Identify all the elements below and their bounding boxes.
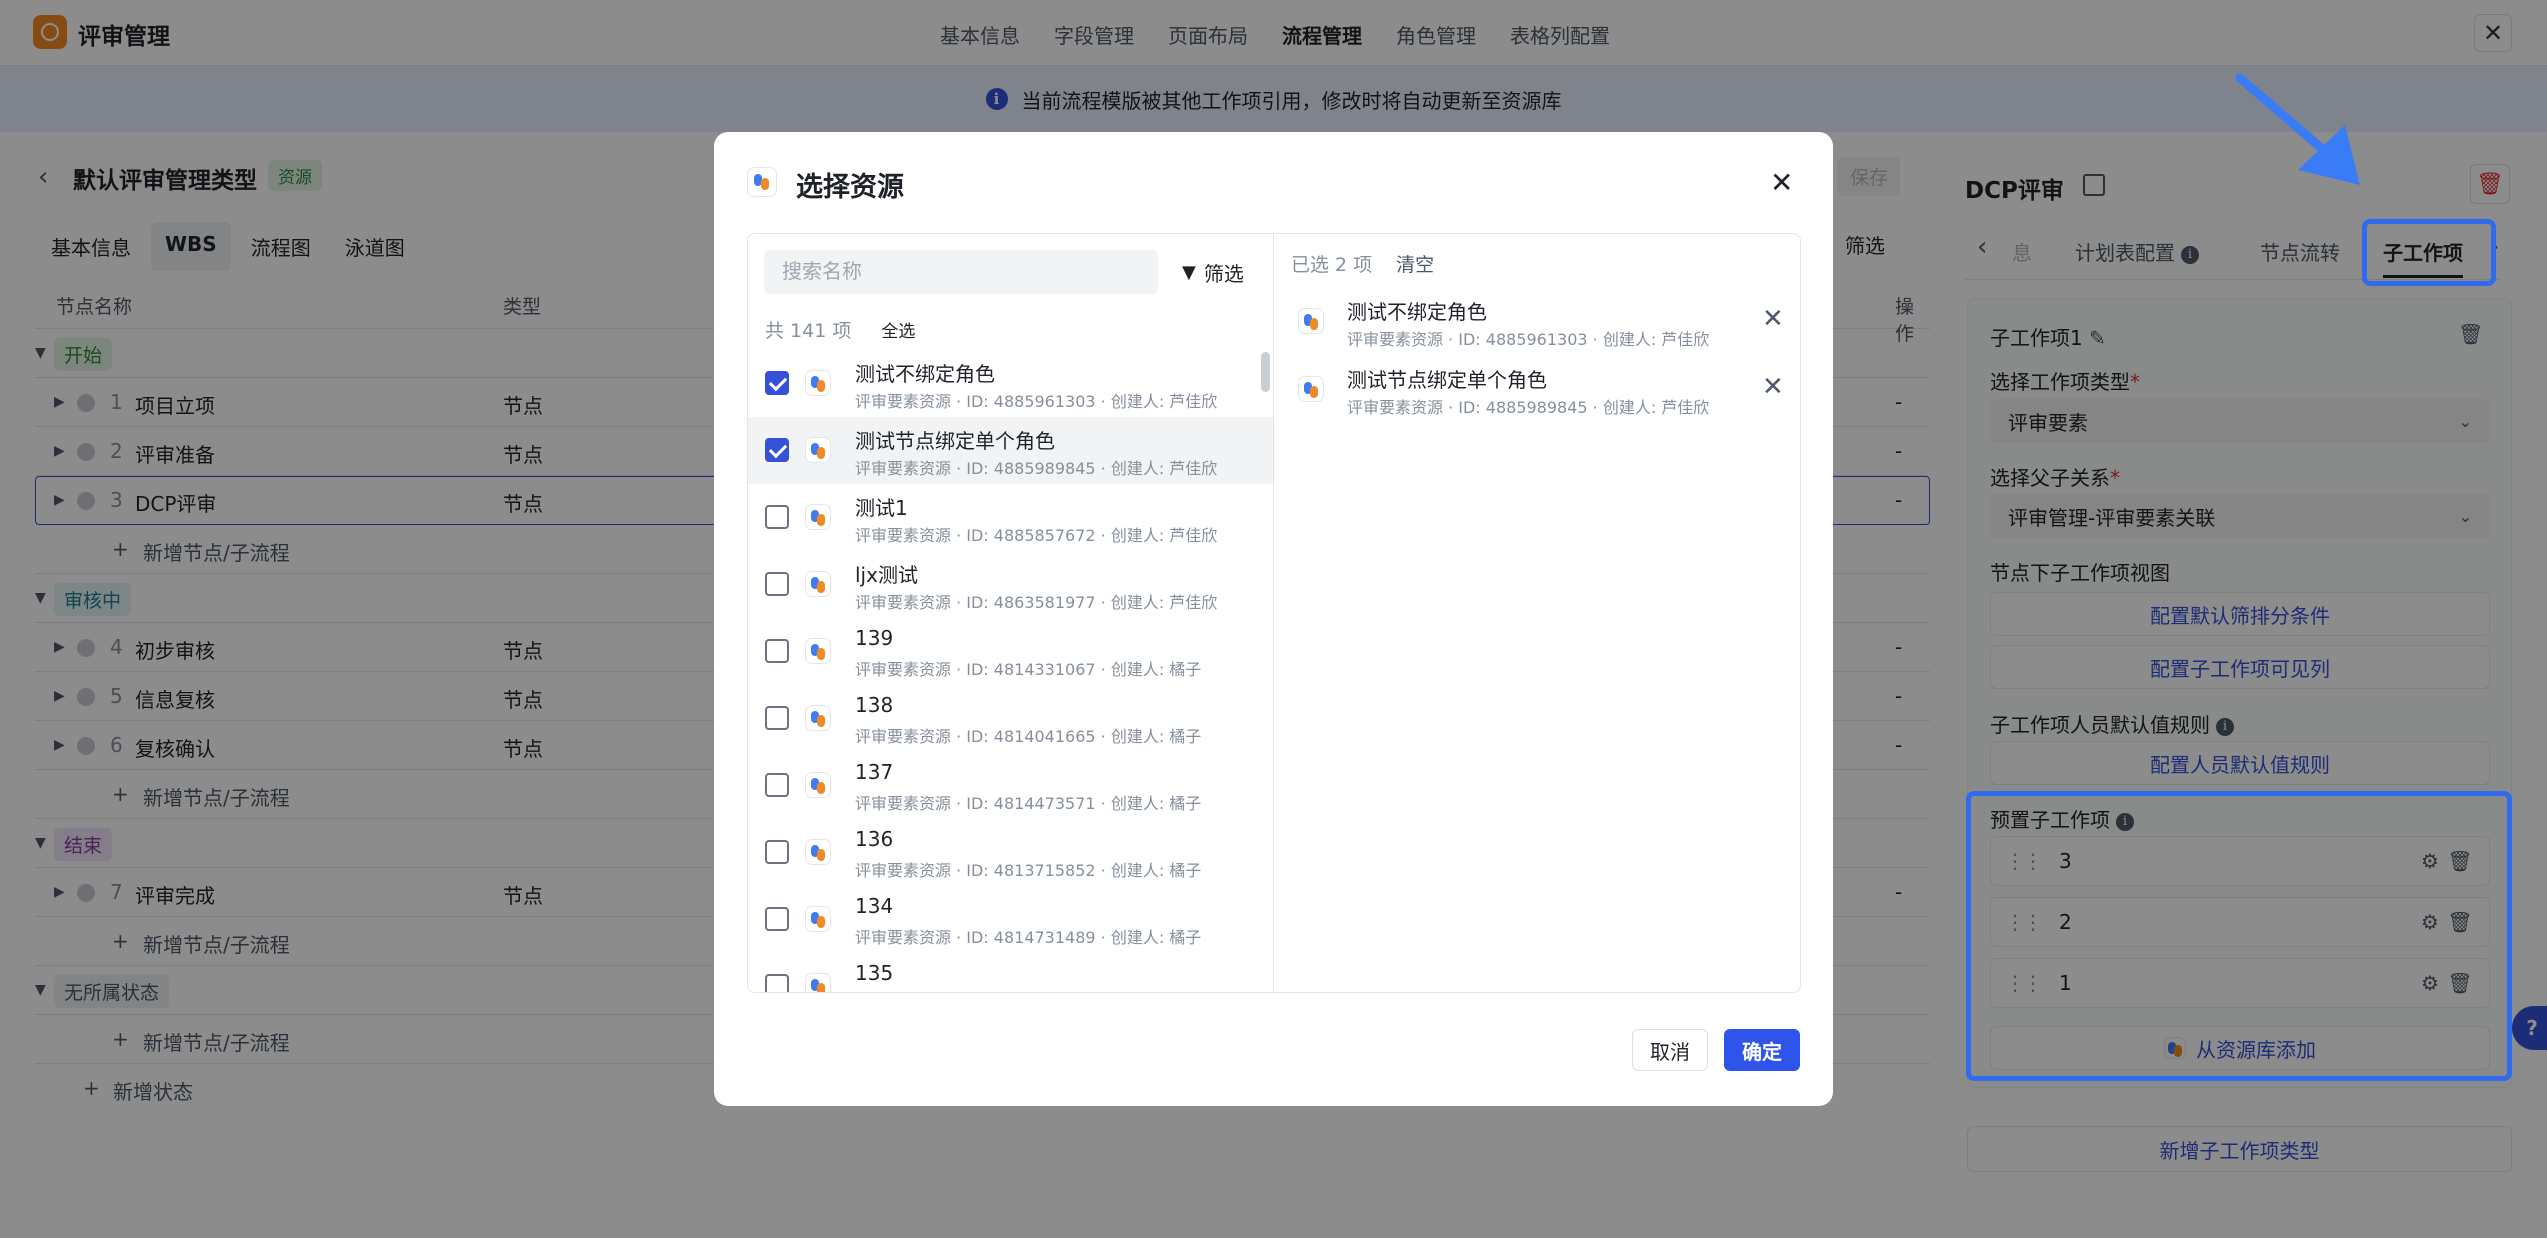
resource-list-item[interactable]: 135	[748, 953, 1273, 992]
selected-count-line: 已选 2 项 清空	[1291, 250, 1434, 277]
selected-item-meta: 评审要素资源 · ID: 4885961303 · 创建人: 芦佳欣	[1347, 330, 1710, 349]
remove-icon[interactable]: ✕	[1762, 304, 1784, 334]
filter-button[interactable]: ▼ 筛选	[1182, 258, 1244, 287]
resource-name: 134	[855, 894, 894, 918]
checkbox[interactable]	[765, 907, 789, 931]
resource-icon	[747, 167, 777, 197]
resource-list-item[interactable]: 测试不绑定角色评审要素资源 · ID: 4885961303 · 创建人: 芦佳…	[748, 350, 1273, 417]
selected-item-name: 测试不绑定角色	[1347, 300, 1487, 324]
selected-item-meta: 评审要素资源 · ID: 4885989845 · 创建人: 芦佳欣	[1347, 398, 1710, 417]
scrollbar[interactable]	[1261, 352, 1270, 392]
resource-icon	[805, 638, 831, 664]
resource-list-item[interactable]: 139 评审要素资源 · ID: 4814331067 · 创建人: 橘子	[748, 618, 1273, 685]
resource-meta: 评审要素资源 · ID: 4885989845 · 创建人: 芦佳欣	[855, 459, 1218, 478]
selected-item: 测试不绑定角色 评审要素资源 · ID: 4885961303 · 创建人: 芦…	[1274, 290, 1800, 358]
resource-list-item[interactable]: 138 评审要素资源 · ID: 4814041665 · 创建人: 橘子	[748, 685, 1273, 752]
resource-list-item[interactable]: 测试1 评审要素资源 · ID: 4885857672 · 创建人: 芦佳欣	[748, 484, 1273, 551]
checkbox[interactable]	[765, 505, 789, 529]
close-icon[interactable]: ✕	[1770, 166, 1793, 199]
resource-icon	[805, 772, 831, 798]
checkbox[interactable]	[765, 572, 789, 596]
resource-icon	[805, 839, 831, 865]
checkbox[interactable]	[765, 438, 789, 462]
resource-icon	[805, 705, 831, 731]
select-all-button[interactable]: 全选	[881, 317, 915, 342]
resource-name: ljx测试	[855, 563, 918, 587]
checkbox[interactable]	[765, 706, 789, 730]
resource-list-item[interactable]: 测试节点绑定单个角色评审要素资源 · ID: 4885989845 · 创建人:…	[748, 417, 1273, 484]
resource-list: 测试不绑定角色评审要素资源 · ID: 4885961303 · 创建人: 芦佳…	[748, 350, 1273, 992]
resource-name: 测试节点绑定单个角色	[855, 429, 1055, 453]
resource-name: 138	[855, 693, 894, 717]
total-count: 共 141 项	[765, 320, 852, 342]
resource-icon	[805, 973, 831, 992]
checkbox[interactable]	[765, 773, 789, 797]
resource-meta: 评审要素资源 · ID: 4814473571 · 创建人: 橘子	[855, 794, 1202, 813]
checkbox[interactable]	[765, 840, 789, 864]
checkbox[interactable]	[765, 974, 789, 992]
resource-icon	[805, 906, 831, 932]
resource-list-item[interactable]: 136 评审要素资源 · ID: 4813715852 · 创建人: 橘子	[748, 819, 1273, 886]
annotation-highlight-presets	[1966, 791, 2512, 1081]
resource-meta: 评审要素资源 · ID: 4813715852 · 创建人: 橘子	[855, 861, 1202, 880]
resource-meta: 评审要素资源 · ID: 4814731489 · 创建人: 橘子	[855, 928, 1202, 947]
filter-label: 筛选	[1203, 262, 1244, 286]
resource-name: 136	[855, 827, 894, 851]
annotation-arrow-icon	[2235, 73, 2360, 185]
selected-item-name: 测试节点绑定单个角色	[1347, 368, 1547, 392]
selected-count: 已选 2 项	[1291, 254, 1373, 276]
resource-meta: 评审要素资源 · ID: 4814331067 · 创建人: 橘子	[855, 660, 1202, 679]
resource-icon	[1298, 376, 1324, 402]
list-count-line: 共 141 项 全选	[765, 316, 915, 343]
resource-list-item[interactable]: ljx测试评审要素资源 · ID: 4863581977 · 创建人: 芦佳欣	[748, 551, 1273, 618]
confirm-button[interactable]: 确定	[1724, 1029, 1800, 1071]
resource-icon	[1298, 308, 1324, 334]
resource-name: 测试不绑定角色	[855, 362, 995, 386]
clear-button[interactable]: 清空	[1396, 250, 1434, 277]
resource-icon	[805, 571, 831, 597]
resource-meta: 评审要素资源 · ID: 4814041665 · 创建人: 橘子	[855, 727, 1202, 746]
resource-name: 137	[855, 760, 894, 784]
resource-list-item[interactable]: 134 评审要素资源 · ID: 4814731489 · 创建人: 橘子	[748, 886, 1273, 953]
resource-icon	[805, 504, 831, 530]
dialog-title: 选择资源	[796, 172, 904, 203]
resource-meta: 评审要素资源 · ID: 4885857672 · 创建人: 芦佳欣	[855, 526, 1218, 545]
resource-icon	[805, 370, 831, 396]
resource-name: 测试1	[855, 496, 908, 520]
resource-meta: 评审要素资源 · ID: 4863581977 · 创建人: 芦佳欣	[855, 593, 1218, 612]
filter-icon: ▼	[1182, 262, 1196, 283]
resource-list-item[interactable]: 137 评审要素资源 · ID: 4814473571 · 创建人: 橘子	[748, 752, 1273, 819]
checkbox[interactable]	[765, 639, 789, 663]
remove-icon[interactable]: ✕	[1762, 372, 1784, 402]
selected-item: 测试节点绑定单个角色 评审要素资源 · ID: 4885989845 · 创建人…	[1274, 358, 1800, 426]
resource-icon	[805, 437, 831, 463]
resource-name: 139	[855, 626, 894, 650]
cancel-button[interactable]: 取消	[1632, 1029, 1708, 1071]
annotation-highlight-tab	[2362, 219, 2496, 286]
search-input[interactable]	[764, 250, 1158, 294]
resource-name: 135	[855, 961, 894, 985]
checkbox[interactable]	[765, 371, 789, 395]
resource-meta: 评审要素资源 · ID: 4885961303 · 创建人: 芦佳欣	[855, 392, 1218, 411]
